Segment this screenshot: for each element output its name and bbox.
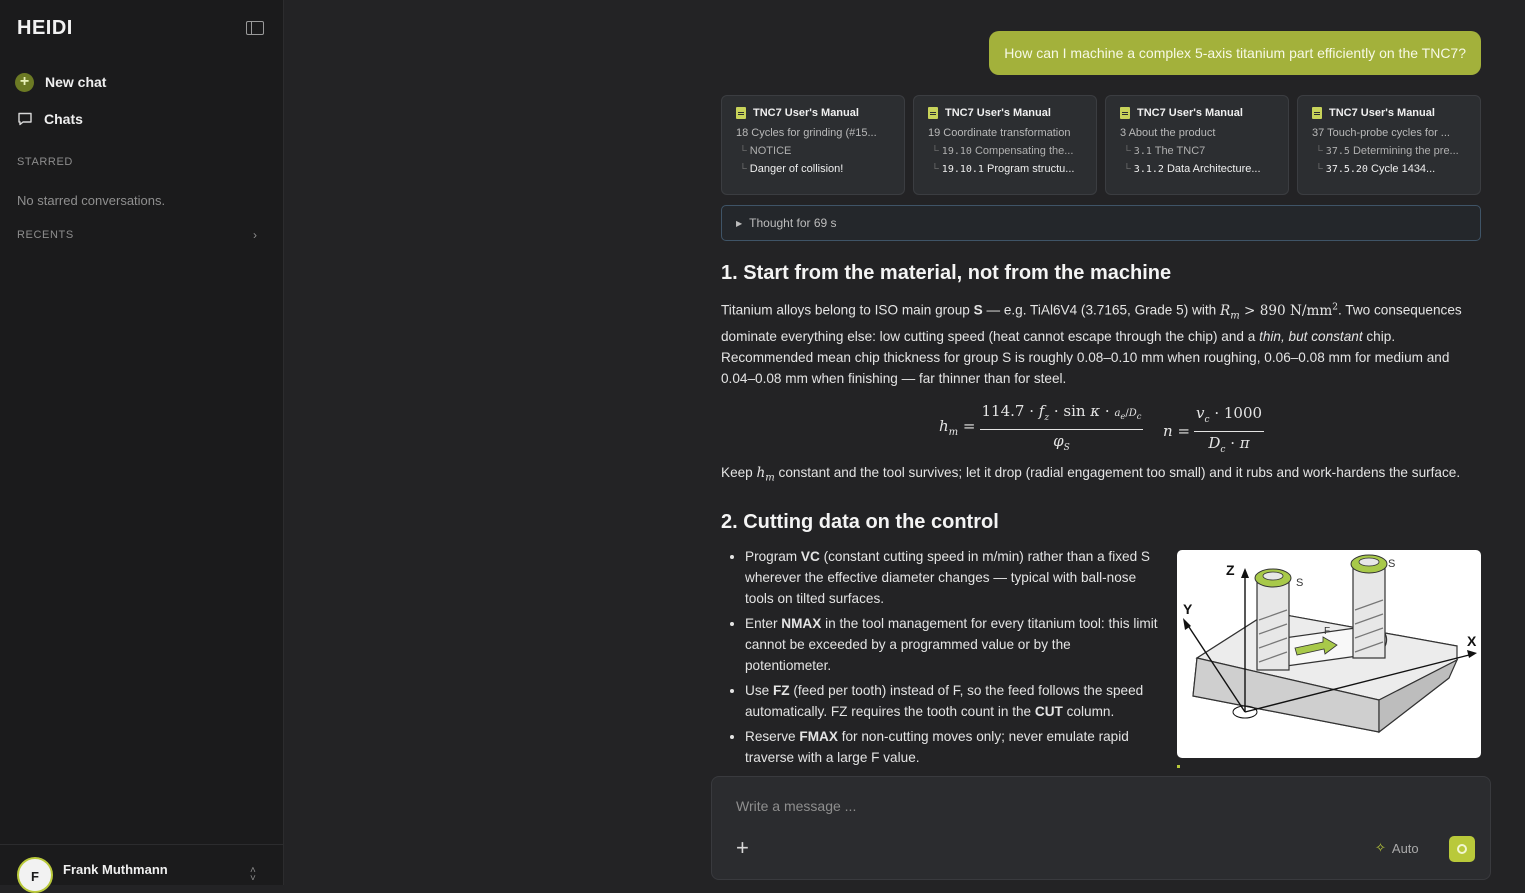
message-composer: + ✧ Auto bbox=[711, 776, 1491, 880]
axis-label-x: X bbox=[1467, 633, 1477, 649]
plus-icon: + bbox=[15, 72, 34, 92]
list-item: Program VC (constant cutting speed in m/… bbox=[745, 546, 1160, 609]
formula-rm: Rm > 890 N/mm2 bbox=[1219, 302, 1338, 322]
source-title: TNC7 User's Manual bbox=[945, 107, 1051, 119]
mode-label: Auto bbox=[1391, 840, 1419, 856]
section-number: 3.1.2 bbox=[1133, 164, 1164, 175]
feed-label: F bbox=[1324, 626, 1330, 637]
section-number: 19.10 bbox=[941, 146, 972, 157]
answer-heading-1: 1. Start from the material, not from the… bbox=[721, 262, 1172, 284]
source-title: TNC7 User's Manual bbox=[1137, 107, 1243, 119]
axis-label-y: Y bbox=[1183, 601, 1193, 617]
message-input[interactable] bbox=[734, 797, 1338, 815]
source-cards: TNC7 User's Manual 18 Cycles for grindin… bbox=[721, 95, 1481, 195]
machining-diagram: Z Y X S S F bbox=[1177, 550, 1481, 758]
formula-block: hm = 114.7 · fz · sin κ · ae/Dc φS n = vc… bbox=[721, 392, 1481, 456]
chat-bubble-icon bbox=[18, 112, 32, 126]
attach-plus-icon[interactable]: + bbox=[736, 837, 749, 859]
document-icon bbox=[736, 107, 746, 119]
sidebar: HEIDI + New chat Chats STARRED No starre… bbox=[0, 0, 284, 893]
spindle-label-1: S bbox=[1296, 577, 1303, 589]
source-card[interactable]: TNC7 User's Manual 18 Cycles for grindin… bbox=[721, 95, 905, 195]
section-number: 37.5.20 bbox=[1325, 164, 1368, 175]
source-chapter: 19 Coordinate transformation bbox=[928, 127, 1071, 139]
document-icon bbox=[928, 107, 938, 119]
source-section: The TNC7 bbox=[1154, 145, 1206, 157]
list-item: Use FZ (feed per tooth) instead of F, so… bbox=[745, 680, 1160, 722]
answer-heading-2: 2. Cutting data on the control bbox=[721, 510, 999, 533]
chats-label: Chats bbox=[44, 111, 83, 127]
source-subsection: Danger of collision! bbox=[749, 163, 844, 175]
triangle-right-icon: ▶ bbox=[736, 218, 743, 228]
source-subsection: Program structu... bbox=[987, 163, 1075, 175]
section-number: 3.1 bbox=[1133, 146, 1152, 157]
bullet-list: Program VC (constant cutting speed in m/… bbox=[721, 546, 1160, 768]
formula-n: n = vc · 1000 Dc · π bbox=[1163, 404, 1265, 456]
chevron-updown-icon[interactable]: ˄ ˅ bbox=[250, 866, 256, 884]
milling-illustration: Z Y X S S F bbox=[1183, 554, 1477, 734]
source-card[interactable]: TNC7 User's Manual 3 About the product └… bbox=[1105, 95, 1289, 195]
answer-paragraph-1: Titanium alloys belong to ISO main group… bbox=[721, 302, 1462, 387]
source-title: TNC7 User's Manual bbox=[753, 107, 859, 119]
starred-empty-text: No starred conversations. bbox=[17, 193, 166, 208]
app-logo: HEIDI bbox=[17, 17, 73, 39]
source-card[interactable]: TNC7 User's Manual 19 Coordinate transfo… bbox=[913, 95, 1097, 195]
source-section: Compensating the... bbox=[974, 145, 1074, 157]
user-menu[interactable]: F Frank Muthmann ˄ ˅ bbox=[0, 844, 283, 893]
section-number: 37.5 bbox=[1325, 146, 1350, 157]
answer-paragraph-2: Keep hm constant and the tool survives; … bbox=[721, 465, 1461, 484]
source-card[interactable]: TNC7 User's Manual 37 Touch-probe cycles… bbox=[1297, 95, 1481, 195]
list-item: Enter NMAX in the tool management for ev… bbox=[745, 613, 1160, 676]
source-subsection: Cycle 1434... bbox=[1371, 163, 1436, 175]
source-title: TNC7 User's Manual bbox=[1329, 107, 1435, 119]
user-message-bubble: How can I machine a complex 5-axis titan… bbox=[989, 31, 1481, 75]
send-button[interactable] bbox=[1449, 836, 1475, 862]
record-icon bbox=[1457, 844, 1467, 854]
source-chapter: 18 Cycles for grinding (#15... bbox=[736, 127, 877, 139]
document-icon bbox=[1312, 107, 1322, 119]
thought-toggle[interactable]: ▶ Thought for 69 s bbox=[721, 205, 1481, 241]
new-chat-button[interactable]: + New chat bbox=[15, 70, 106, 94]
chats-button[interactable]: Chats bbox=[15, 107, 83, 131]
spindle-label-2: S bbox=[1388, 558, 1395, 570]
avatar: F bbox=[17, 857, 53, 893]
scroll-marker bbox=[1177, 765, 1180, 768]
source-section: Determining the pre... bbox=[1352, 145, 1459, 157]
source-section: NOTICE bbox=[749, 145, 792, 157]
source-chapter: 37 Touch-probe cycles for ... bbox=[1312, 127, 1450, 139]
user-name: Frank Muthmann bbox=[63, 862, 168, 877]
starred-heading: STARRED bbox=[17, 156, 73, 168]
source-chapter: 3 About the product bbox=[1120, 127, 1216, 139]
sidebar-toggle-icon[interactable] bbox=[246, 21, 264, 35]
section-number: 19.10.1 bbox=[941, 164, 984, 175]
sparkle-icon: ✧ bbox=[1375, 840, 1386, 855]
document-icon bbox=[1120, 107, 1130, 119]
thought-label: Thought for 69 s bbox=[749, 216, 837, 230]
mode-selector[interactable]: ✧ Auto bbox=[1375, 840, 1419, 856]
formula-hm: hm = 114.7 · fz · sin κ · ae/Dc φS bbox=[939, 402, 1144, 454]
chevron-right-icon[interactable]: › bbox=[253, 228, 257, 242]
source-subsection: Data Architecture... bbox=[1166, 163, 1261, 175]
chat-main: How can I machine a complex 5-axis titan… bbox=[285, 0, 1525, 885]
new-chat-label: New chat bbox=[45, 74, 107, 90]
recents-heading[interactable]: RECENTS bbox=[17, 229, 74, 241]
axis-label-z: Z bbox=[1226, 562, 1235, 578]
list-item: Reserve FMAX for non-cutting moves only;… bbox=[745, 726, 1160, 768]
